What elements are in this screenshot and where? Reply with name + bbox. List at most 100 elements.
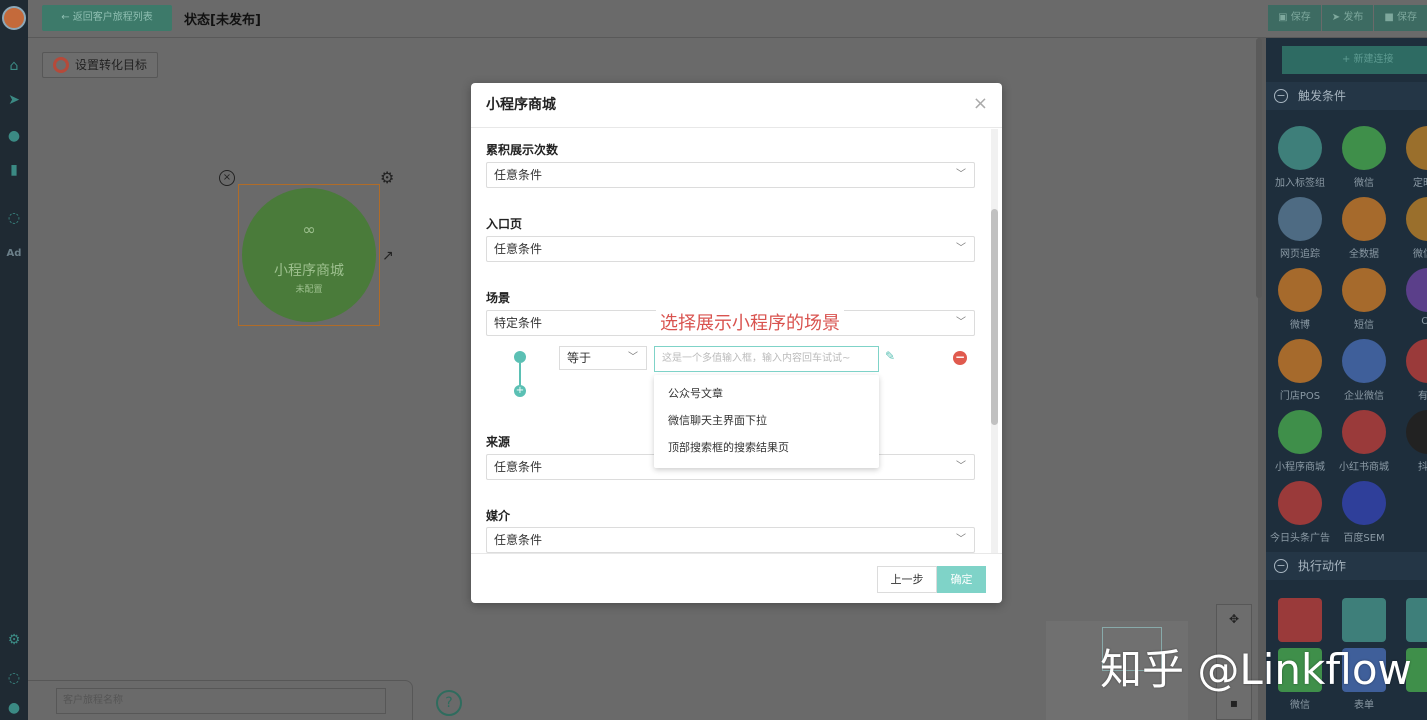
- node-type-tile[interactable]: OF: [1398, 268, 1427, 327]
- scene-dropdown: 公众号文章 微信聊天主界面下拉 顶部搜索框的搜索结果页: [654, 375, 879, 468]
- avatar[interactable]: ●: [4, 698, 24, 718]
- modal-footer: 上一步 确定: [471, 553, 1002, 603]
- display-count-select[interactable]: 任意条件 ﹀: [486, 162, 975, 188]
- node-type-tile[interactable]: 微信: [1334, 126, 1394, 189]
- collapse-icon[interactable]: −: [1274, 89, 1288, 103]
- chevron-down-icon: ﹀: [628, 352, 638, 363]
- node-type-label: 微信: [1354, 178, 1374, 189]
- gear-icon[interactable]: ⚙: [4, 630, 24, 650]
- node-type-icon: [1406, 339, 1427, 383]
- medium-select[interactable]: 任意条件 ﹀: [486, 527, 975, 553]
- modal-body[interactable]: 累积展示次数 任意条件 ﹀ 入口页 任意条件 ﹀ 场景 特定条件 ﹀ 选择展示小程序的…: [471, 129, 1002, 553]
- trigger-section-header[interactable]: − 触发条件: [1266, 82, 1427, 110]
- node-type-tile[interactable]: 有赞: [1398, 339, 1427, 402]
- node-type-tile[interactable]: 加入标签组: [1270, 126, 1330, 189]
- save-as-button[interactable]: ■ 保存: [1374, 5, 1427, 31]
- node-type-tile[interactable]: 网页追踪: [1270, 197, 1330, 260]
- dropdown-option[interactable]: 顶部搜索框的搜索结果页: [654, 434, 879, 461]
- message-icon[interactable]: ◌: [4, 668, 24, 688]
- operator-select[interactable]: 等于 ﹀: [559, 346, 647, 370]
- node-type-label: 表单: [1354, 700, 1374, 711]
- scene-multi-value-input[interactable]: 这是一个多值输入框，输入内容回车试试~: [654, 346, 879, 372]
- field-label-source: 来源: [486, 435, 511, 449]
- node-type-tile[interactable]: 微信题: [1398, 197, 1427, 260]
- node-type-tile[interactable]: 抖音: [1398, 410, 1427, 473]
- node-type-tile[interactable]: 百度SEM: [1334, 481, 1394, 544]
- add-condition-icon[interactable]: +: [514, 385, 526, 397]
- node-type-label: 微信题: [1413, 249, 1427, 260]
- scrollbar-thumb[interactable]: [991, 209, 998, 425]
- connect-arrow-icon[interactable]: ↗: [382, 248, 394, 264]
- node-type-icon: [1342, 126, 1386, 170]
- back-to-journey-list-button[interactable]: ← 返回客户旅程列表: [42, 5, 172, 31]
- remove-condition-icon[interactable]: −: [953, 351, 967, 365]
- node-close-icon[interactable]: ×: [219, 170, 235, 186]
- status-title: 状态[未发布]: [184, 13, 261, 28]
- mini-program-modal: 小程序商城 × 累积展示次数 任意条件 ﹀ 入口页 任意条件 ﹀ 场景 特定条件 ﹀ …: [471, 83, 1002, 603]
- set-conversion-goal-button[interactable]: 设置转化目标: [42, 52, 158, 78]
- home-icon[interactable]: ⌂: [4, 56, 24, 76]
- collapse-icon[interactable]: −: [1274, 559, 1288, 573]
- right-panel: + 新建连接 − 触发条件 加入标签组 微信 定时触网页追踪 全数据微信题微博 短信 OF…: [1266, 38, 1427, 720]
- node-type-tile[interactable]: 定时触: [1398, 126, 1427, 189]
- node-type-tile[interactable]: 全数据: [1334, 197, 1394, 260]
- app-logo: [2, 6, 26, 30]
- watermark: 知乎 @Linkflow: [1100, 645, 1412, 694]
- node-type-label: 抖音: [1418, 462, 1427, 473]
- modal-scrollbar[interactable]: [991, 129, 998, 553]
- node-type-label: 百度SEM: [1343, 533, 1385, 544]
- node-type-label: OF: [1421, 316, 1427, 327]
- node-gear-icon[interactable]: ⚙: [380, 168, 394, 187]
- node-type-icon: [1406, 197, 1427, 241]
- node-type-tile[interactable]: 小红书商城: [1334, 410, 1394, 473]
- node-type-icon: [1342, 197, 1386, 241]
- publish-button[interactable]: ➤ 发布: [1321, 5, 1374, 31]
- node-type-tile[interactable]: 短信: [1334, 268, 1394, 331]
- chevron-down-icon: ﹀: [956, 317, 966, 328]
- ad-icon[interactable]: Ad: [4, 244, 24, 264]
- node-type-icon: [1342, 410, 1386, 454]
- chat-icon[interactable]: ◌: [4, 208, 24, 228]
- node-type-tile[interactable]: 微博: [1270, 268, 1330, 331]
- canvas-scrollbar[interactable]: [1256, 38, 1262, 298]
- field-label-scene: 场景: [486, 291, 511, 305]
- confirm-button[interactable]: 确定: [937, 566, 986, 593]
- chevron-down-icon: ﹀: [956, 534, 966, 545]
- node-type-tile[interactable]: 企业微信: [1334, 339, 1394, 402]
- help-icon[interactable]: ?: [436, 690, 462, 716]
- action-section-header[interactable]: − 执行动作: [1266, 552, 1427, 580]
- node-type-label: 微博: [1290, 320, 1310, 331]
- chevron-down-icon: ﹀: [956, 243, 966, 254]
- save-button[interactable]: ▣ 保存: [1268, 5, 1321, 31]
- dropdown-option[interactable]: 公众号文章: [654, 380, 879, 407]
- node-type-icon: [1278, 126, 1322, 170]
- user-icon[interactable]: ●: [4, 126, 24, 146]
- condition-connector: [519, 363, 521, 387]
- node-type-tile[interactable]: 门店POS: [1270, 339, 1330, 402]
- node-type-label: 网页追踪: [1280, 249, 1320, 260]
- new-connection-button[interactable]: + 新建连接: [1282, 46, 1427, 74]
- mini-program-node[interactable]: ∞ 小程序商城 未配置: [242, 188, 376, 322]
- node-type-label: 加入标签组: [1275, 178, 1325, 189]
- node-type-label: 门店POS: [1279, 391, 1321, 402]
- annotation-text: 选择展示小程序的场景: [656, 309, 844, 335]
- bar-chart-icon[interactable]: ▮: [4, 160, 24, 180]
- node-type-label: 企业微信: [1344, 391, 1384, 402]
- node-title: 小程序商城: [274, 263, 344, 279]
- node-subtitle: 未配置: [295, 285, 323, 295]
- node-type-icon: [1278, 339, 1322, 383]
- node-type-tile[interactable]: 今日头条广告: [1270, 481, 1330, 544]
- node-type-tile[interactable]: 小程序商城: [1270, 410, 1330, 473]
- node-type-icon: [1342, 481, 1386, 525]
- node-type-icon: [1342, 339, 1386, 383]
- close-icon[interactable]: ×: [973, 95, 988, 113]
- dropdown-option[interactable]: 微信聊天主界面下拉: [654, 407, 879, 434]
- node-type-icon: [1342, 268, 1386, 312]
- pencil-icon[interactable]: ✎: [885, 349, 895, 363]
- journey-name-input[interactable]: 客户旅程名称: [56, 688, 386, 714]
- move-icon[interactable]: ✥: [1217, 605, 1251, 633]
- previous-step-button[interactable]: 上一步: [877, 566, 937, 593]
- entry-page-select[interactable]: 任意条件 ﹀: [486, 236, 975, 262]
- target-icon: [53, 57, 69, 73]
- send-icon[interactable]: ➤: [4, 90, 24, 110]
